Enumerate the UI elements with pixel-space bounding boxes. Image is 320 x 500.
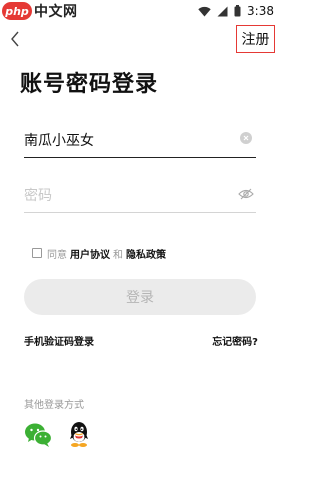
agreement-and: 和 [113,249,123,261]
username-input-value: 南瓜小巫女 [24,133,94,149]
chevron-left-icon [11,31,19,47]
battery-icon [234,5,241,17]
status-time: 3:38 [247,4,274,18]
qq-icon[interactable] [66,420,92,448]
register-button[interactable]: 注册 [236,25,275,53]
wechat-icon[interactable] [24,422,52,448]
php-logo-badge: php [2,2,32,20]
back-button[interactable] [4,28,26,50]
status-bar-indicators: 3:38 [198,0,274,22]
username-field[interactable]: 南瓜小巫女 [24,124,256,158]
user-agreement-link[interactable]: 用户协议 [70,246,110,261]
other-login-label: 其他登录方式 [24,400,84,411]
sms-login-link[interactable]: 手机验证码登录 [24,333,94,348]
signal-icon [217,6,228,16]
agreement-checkbox[interactable] [32,248,42,258]
login-button[interactable]: 登录 [24,279,256,315]
privacy-policy-link[interactable]: 隐私政策 [126,246,166,261]
agreement-prefix: 同意 [47,249,67,261]
eye-hidden-icon[interactable] [238,187,254,201]
agreement-row: 同意 用户协议 和 隐私政策 [32,246,169,261]
password-placeholder: 密码 [24,188,52,204]
logo-text: 中文网 [34,4,78,20]
forgot-password-link[interactable]: 忘记密码? [212,333,258,348]
status-bar: php 中文网 3:38 [0,0,280,22]
clear-icon[interactable] [240,132,252,144]
status-bar-logo: php 中文网 [0,0,78,22]
wifi-icon [198,6,211,16]
password-field[interactable]: 密码 [24,179,256,213]
page-title: 账号密码登录 [20,72,159,97]
